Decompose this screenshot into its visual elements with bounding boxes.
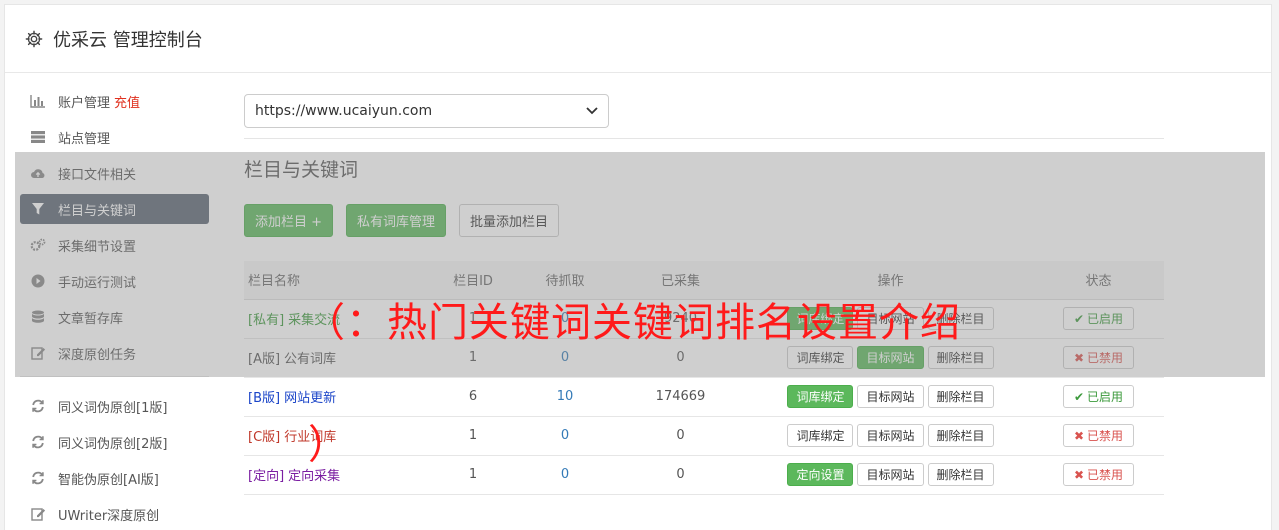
status-label: 已禁用 xyxy=(1087,468,1124,482)
column-title: 网站更新 xyxy=(284,391,337,406)
divider xyxy=(244,138,1164,139)
sidebar-item-label: 同义词伪原创[2版] xyxy=(58,436,168,452)
overlay-caption: （：热门关键词关键词排名设置介绍 xyxy=(305,300,961,346)
row-status: ✖ 已禁用 xyxy=(1033,416,1164,456)
lexicon-bind-button[interactable]: 词库绑定 xyxy=(787,424,854,447)
delete-column-button[interactable]: 删除栏目 xyxy=(927,463,994,486)
column-tag: [B版] xyxy=(248,391,281,406)
sidebar-item-4[interactable]: UWriter深度原创 xyxy=(20,499,209,529)
collected-count: 0 xyxy=(613,455,748,495)
sidebar-item-1[interactable]: 账户管理 充值 xyxy=(20,86,209,116)
delete-column-button[interactable]: 删除栏目 xyxy=(927,385,994,408)
row-actions: 定向设置 目标网站 删除栏目 xyxy=(748,455,1033,495)
column-tag: [定向] xyxy=(248,469,285,484)
row-actions: 词库绑定 目标网站 删除栏目 xyxy=(748,377,1033,417)
row-status: ✖ 已禁用 xyxy=(1033,455,1164,495)
sidebar-item-2[interactable]: 站点管理 xyxy=(20,122,209,152)
site-select[interactable]: https://www.ucaiyun.com xyxy=(244,94,609,128)
page-header: 优采云 管理控制台 xyxy=(5,5,1271,73)
status-toggle[interactable]: ✖ 已禁用 xyxy=(1062,463,1135,486)
row-actions: 词库绑定 目标网站 删除栏目 xyxy=(748,416,1033,456)
sidebar-item-label: 智能伪原创[AI版] xyxy=(58,472,159,488)
column-id: 1 xyxy=(429,416,517,456)
bar-chart-icon xyxy=(30,93,46,109)
sidebar-item-3[interactable]: 智能伪原创[AI版] xyxy=(20,463,209,493)
check-icon: ✔ xyxy=(1073,389,1085,404)
target-site-button[interactable]: 目标网站 xyxy=(857,424,924,447)
cross-icon: ✖ xyxy=(1073,467,1085,482)
table-row: [C版] 行业词库 1 0 0 词库绑定 目标网站 删除栏目 ✖ 已禁用 xyxy=(244,416,1164,456)
server-icon xyxy=(30,129,46,145)
column-name[interactable]: [B版] 网站更新 xyxy=(244,377,429,417)
pending-count: 0 xyxy=(517,416,613,456)
sidebar-item-label: 同义词伪原创[1版] xyxy=(58,400,168,416)
sidebar-item-label: UWriter深度原创 xyxy=(58,508,160,524)
collected-count: 0 xyxy=(613,416,748,456)
refresh-icon xyxy=(30,398,46,414)
table-row: [定向] 定向采集 1 0 0 定向设置 目标网站 删除栏目 ✖ 已禁用 xyxy=(244,455,1164,495)
pending-count: 0 xyxy=(517,455,613,495)
sidebar-item-label: 账户管理 xyxy=(58,95,111,111)
edit-icon xyxy=(30,506,46,522)
cross-icon: ✖ xyxy=(1073,428,1085,443)
status-label: 已禁用 xyxy=(1087,429,1124,443)
sidebar-item-2[interactable]: 同义词伪原创[2版] xyxy=(20,427,209,457)
overlay-caption-paren: ） xyxy=(308,422,348,468)
column-id: 6 xyxy=(429,377,517,417)
column-title: 定向采集 xyxy=(288,469,341,484)
lexicon-bind-button[interactable]: 词库绑定 xyxy=(787,385,854,408)
status-toggle[interactable]: ✖ 已禁用 xyxy=(1062,424,1135,447)
column-tag: [C版] xyxy=(248,430,281,445)
collected-count: 174669 xyxy=(613,377,748,417)
target-site-button[interactable]: 目标网站 xyxy=(857,385,924,408)
chevron-down-icon xyxy=(586,107,598,115)
refresh-icon xyxy=(30,434,46,450)
refresh-icon xyxy=(30,470,46,486)
sidebar-item-1[interactable]: 同义词伪原创[1版] xyxy=(20,391,209,421)
table-row: [B版] 网站更新 6 10 174669 词库绑定 目标网站 删除栏目 ✔ 已启用 xyxy=(244,377,1164,417)
pending-count: 10 xyxy=(517,377,613,417)
delete-column-button[interactable]: 删除栏目 xyxy=(927,424,994,447)
gear-icon xyxy=(25,30,43,47)
column-id: 1 xyxy=(429,455,517,495)
page-title: 优采云 管理控制台 xyxy=(53,29,203,51)
site-select-value: https://www.ucaiyun.com xyxy=(255,103,433,119)
lexicon-bind-button[interactable]: 定向设置 xyxy=(787,463,854,486)
status-toggle[interactable]: ✔ 已启用 xyxy=(1062,385,1135,408)
target-site-button[interactable]: 目标网站 xyxy=(857,463,924,486)
sidebar-item-label: 站点管理 xyxy=(58,131,111,147)
status-label: 已启用 xyxy=(1087,390,1124,404)
recharge-link[interactable]: 充值 xyxy=(114,92,140,111)
row-status: ✔ 已启用 xyxy=(1033,377,1164,417)
